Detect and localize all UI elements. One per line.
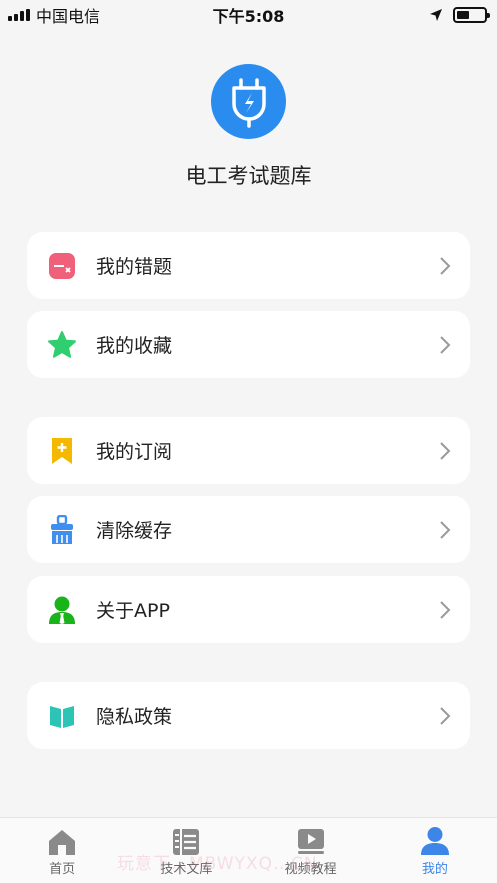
tab-label: 首页 xyxy=(49,862,76,877)
status-bar: 中国电信 下午5:08 xyxy=(0,0,497,30)
bookmark-add-icon xyxy=(47,436,77,466)
battery-icon xyxy=(453,7,490,23)
signal-icon xyxy=(8,9,30,21)
battery-level xyxy=(457,11,469,19)
book-icon xyxy=(47,701,77,731)
menu-item-label: 隐私政策 xyxy=(96,706,173,728)
broom-icon xyxy=(47,514,77,545)
menu-item-wrong-questions[interactable]: 我的错题 xyxy=(27,232,470,299)
status-right xyxy=(429,7,490,23)
tab-mine[interactable]: 我的 xyxy=(373,818,497,883)
chevron-right-icon xyxy=(440,706,451,725)
menu-item-privacy-policy[interactable]: 隐私政策 xyxy=(27,682,470,749)
menu-item-favorites[interactable]: 我的收藏 xyxy=(27,311,470,378)
home-icon xyxy=(46,826,78,856)
chevron-right-icon xyxy=(440,256,451,275)
carrier-label: 中国电信 xyxy=(36,7,101,26)
watermark: 玩意下…MBWYXQ…CN xyxy=(117,854,318,874)
chevron-right-icon xyxy=(440,335,451,354)
menu-item-label: 关于APP xyxy=(96,600,170,622)
menu-item-label: 我的收藏 xyxy=(96,335,173,357)
menu-item-label: 我的错题 xyxy=(96,256,173,278)
status-left: 中国电信 xyxy=(8,3,100,27)
plug-icon xyxy=(231,77,266,128)
chevron-right-icon xyxy=(440,441,451,460)
app-title: 电工考试题库 xyxy=(185,164,312,188)
person-icon xyxy=(419,826,451,856)
location-arrow-icon xyxy=(430,9,442,21)
menu-item-label: 我的订阅 xyxy=(96,441,173,463)
chevron-right-icon xyxy=(440,520,451,539)
menu-item-clear-cache[interactable]: 清除缓存 xyxy=(27,496,470,563)
chevron-right-icon xyxy=(440,600,451,619)
app-logo xyxy=(211,64,286,139)
tab-label: 我的 xyxy=(421,862,448,877)
menu-item-about-app[interactable]: 关于APP xyxy=(27,576,470,643)
star-icon xyxy=(47,330,77,360)
menu-item-subscriptions[interactable]: 我的订阅 xyxy=(27,417,470,484)
menu-item-label: 清除缓存 xyxy=(96,520,173,542)
tab-home[interactable]: 首页 xyxy=(0,818,124,883)
wrong-questions-icon xyxy=(47,251,77,281)
user-tie-icon xyxy=(47,595,77,625)
